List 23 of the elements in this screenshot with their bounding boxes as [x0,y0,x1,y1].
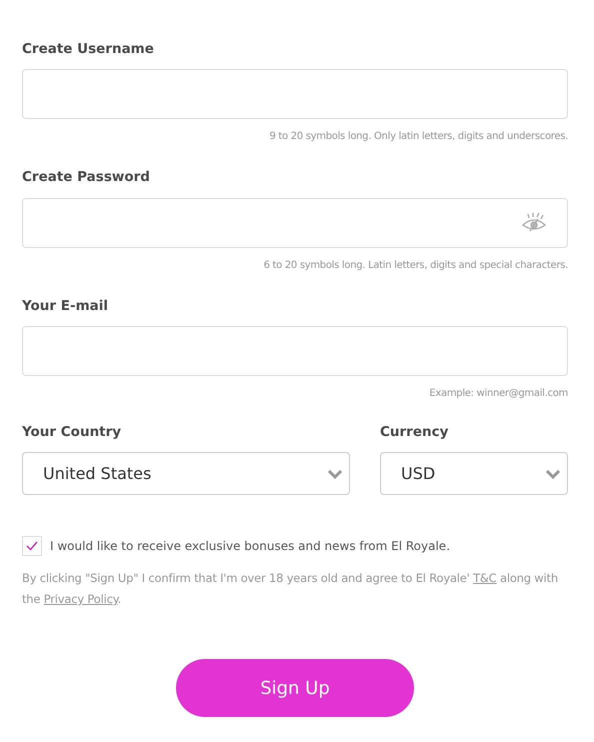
hint-text: 6 to 20 symbols long. Latin letters, digits and special characters. [264,260,568,270]
field-label: Your E-mail [22,296,108,316]
input-field[interactable] [22,69,568,120]
checkbox-label: I would like to receive exclusive bonuses and news from El Royale. [50,538,450,555]
select-dropdown[interactable]: United States [22,452,350,495]
field-label: Create Password [22,168,150,188]
field-label: Create Username [22,40,154,59]
hint-text: Example: winner@gmail.com [429,388,568,399]
eye-icon[interactable] [521,212,547,234]
terms-text: By clicking "Sign Up" I confirm that I'm over 18 years old and agree to El Royale' T&C along with the Privacy Policy. [22,570,559,608]
checkmark-icon [26,541,38,551]
chevron-down-icon [327,468,343,478]
checkbox[interactable] [22,536,42,556]
chevron-down-icon [545,468,561,478]
field-label: Your Country [22,422,122,442]
field-label: Currency [380,422,448,442]
terms-link[interactable]: Privacy Policy [44,592,118,606]
sign-up-button[interactable]: Sign Up [176,659,414,717]
input-field[interactable] [22,198,568,248]
hint-text: 9 to 20 symbols long. Only latin letters, digits and underscores. [269,131,568,142]
select-dropdown[interactable]: USD [380,452,568,495]
input-field[interactable] [22,326,568,376]
terms-link[interactable]: T&C [473,571,497,585]
